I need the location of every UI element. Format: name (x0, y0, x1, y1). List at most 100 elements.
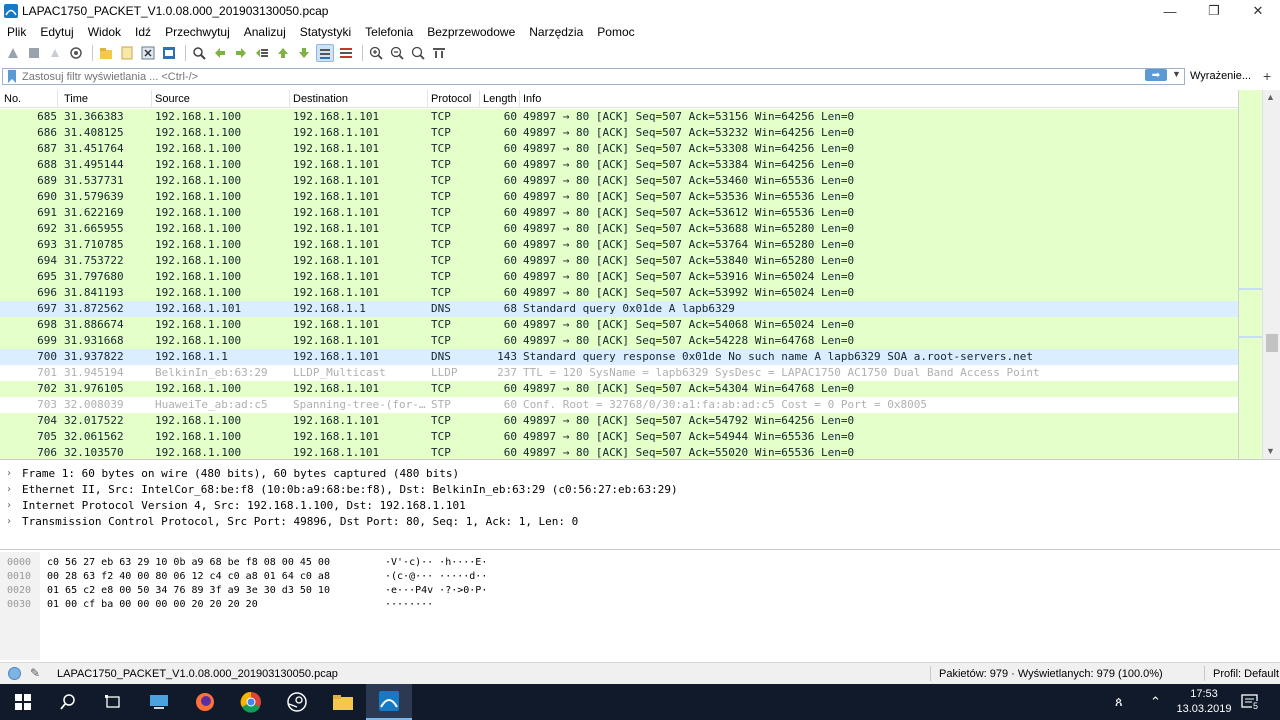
packet-row[interactable]: 695 31.797680 192.168.1.100 192.168.1.101 TC… (0, 269, 1238, 285)
maximize-button[interactable]: ❐ (1192, 0, 1236, 22)
menu-pomoc[interactable]: Pomoc (590, 22, 641, 42)
go-to-packet-icon[interactable] (253, 44, 271, 62)
packet-row[interactable]: 697 31.872562 192.168.1.101 192.168.1.1 DNS 6… (0, 301, 1238, 317)
packet-row[interactable]: 686 31.408125 192.168.1.100 192.168.1.101 TC… (0, 125, 1238, 141)
column-header-protocol[interactable]: Protocol (431, 93, 471, 105)
bookmark-icon[interactable] (6, 70, 18, 83)
find-icon[interactable] (190, 44, 208, 62)
expand-chevron-icon[interactable]: › (6, 514, 12, 530)
filter-history-dropdown-icon[interactable]: ▼ (1172, 69, 1182, 79)
display-filter-input[interactable] (22, 69, 1122, 84)
menu-plik[interactable]: Plik (0, 22, 33, 42)
stop-square-icon[interactable] (25, 44, 43, 62)
packet-row[interactable]: 706 32.103570 192.168.1.100 192.168.1.101 TC… (0, 445, 1238, 459)
detail-row-ethernet[interactable]: › Ethernet II, Src: IntelCor_68:be:f8 (1… (0, 482, 1280, 498)
packet-row[interactable]: 692 31.665955 192.168.1.100 192.168.1.101 TC… (0, 221, 1238, 237)
packet-row[interactable]: 704 32.017522 192.168.1.100 192.168.1.101 TC… (0, 413, 1238, 429)
steam-icon[interactable] (274, 684, 320, 720)
packet-row[interactable]: 705 32.061562 192.168.1.100 192.168.1.101 TC… (0, 429, 1238, 445)
reload-icon[interactable] (160, 44, 178, 62)
search-icon[interactable] (45, 684, 91, 720)
add-filter-button[interactable]: + (1263, 68, 1271, 84)
scrollbar-thumb[interactable] (1266, 334, 1278, 352)
shark-fin-start-icon[interactable] (4, 44, 22, 62)
detail-row-tcp[interactable]: › Transmission Control Protocol, Src Por… (0, 514, 1280, 530)
menu-edytuj[interactable]: Edytuj (33, 22, 80, 42)
column-header-no[interactable]: No. (4, 93, 21, 105)
autoscroll-icon[interactable] (316, 44, 334, 62)
chrome-icon[interactable] (228, 684, 274, 720)
menu-idz[interactable]: Idź (128, 22, 158, 42)
detail-row-ipv4[interactable]: › Internet Protocol Version 4, Src: 192.… (0, 498, 1280, 514)
packet-list-scrollbar[interactable]: ▲ ▼ (1262, 90, 1280, 459)
zoom-out-icon[interactable] (388, 44, 406, 62)
open-folder-icon[interactable] (97, 44, 115, 62)
column-header-source[interactable]: Source (155, 93, 190, 105)
back-arrow-icon[interactable] (211, 44, 229, 62)
close-file-icon[interactable] (139, 44, 157, 62)
folder-icon[interactable] (320, 684, 366, 720)
status-profile[interactable]: Profil: Default (1213, 668, 1279, 680)
firefox-icon[interactable] (182, 684, 228, 720)
normal-size-icon[interactable] (409, 44, 427, 62)
scroll-down-icon[interactable]: ▼ (1266, 446, 1275, 456)
minimize-button[interactable]: — (1148, 0, 1192, 22)
column-header-destination[interactable]: Destination (293, 93, 348, 105)
menu-przechwytuj[interactable]: Przechwytuj (158, 22, 237, 42)
packet-row[interactable]: 689 31.537731 192.168.1.100 192.168.1.101 TC… (0, 173, 1238, 189)
packet-row[interactable]: 701 31.945194 BelkinIn_eb:63:29 LLDP_Multic… (0, 365, 1238, 381)
menu-widok[interactable]: Widok (81, 22, 128, 42)
forward-arrow-icon[interactable] (232, 44, 250, 62)
last-packet-icon[interactable] (295, 44, 313, 62)
column-header-length[interactable]: Length (483, 93, 517, 105)
notification-center-icon[interactable]: 5 (1240, 692, 1260, 712)
resize-columns-icon[interactable] (430, 44, 448, 62)
file-explorer-pc-icon[interactable] (136, 684, 182, 720)
people-icon[interactable]: ጰ (1115, 694, 1123, 710)
packet-row[interactable]: 699 31.931668 192.168.1.100 192.168.1.101 TC… (0, 333, 1238, 349)
bytes-row[interactable]: 0010 00 28 63 f2 40 00 80 06 12 c4 c0 a8… (0, 570, 1280, 584)
apply-filter-arrow-icon[interactable]: ➡ (1145, 69, 1167, 81)
packet-row[interactable]: 685 31.366383 192.168.1.100 192.168.1.101 TC… (0, 109, 1238, 125)
close-button[interactable]: ✕ (1236, 0, 1280, 22)
windows-start-icon[interactable] (0, 684, 46, 720)
packet-row[interactable]: 698 31.886674 192.168.1.100 192.168.1.101 TC… (0, 317, 1238, 333)
packet-row[interactable]: 687 31.451764 192.168.1.100 192.168.1.101 TC… (0, 141, 1238, 157)
column-header-info[interactable]: Info (523, 93, 541, 105)
detail-row-frame[interactable]: › Frame 1: 60 bytes on wire (480 bits), … (0, 466, 1280, 482)
column-header-time[interactable]: Time (64, 93, 88, 105)
packet-row[interactable]: 702 31.976105 192.168.1.100 192.168.1.101 TC… (0, 381, 1238, 397)
packet-row[interactable]: 703 32.008039 HuaweiTe_ab:ad:c5 Spanning-tr… (0, 397, 1238, 413)
menu-analizuj[interactable]: Analizuj (237, 22, 293, 42)
expand-chevron-icon[interactable]: › (6, 498, 12, 514)
bytes-row[interactable]: 0030 01 00 cf ba 00 00 00 00 20 20 20 20… (0, 598, 1280, 612)
packet-row[interactable]: 688 31.495144 192.168.1.100 192.168.1.101 TC… (0, 157, 1238, 173)
menu-statystyki[interactable]: Statystyki (293, 22, 358, 42)
scroll-up-icon[interactable]: ▲ (1266, 92, 1275, 102)
packet-row[interactable]: 691 31.622169 192.168.1.100 192.168.1.101 TC… (0, 205, 1238, 221)
packet-row[interactable]: 696 31.841193 192.168.1.100 192.168.1.101 TC… (0, 285, 1238, 301)
first-packet-icon[interactable] (274, 44, 292, 62)
packet-row[interactable]: 690 31.579639 192.168.1.100 192.168.1.101 TC… (0, 189, 1238, 205)
bytes-row[interactable]: 0000 c0 56 27 eb 63 29 10 0b a9 68 be f8… (0, 556, 1280, 570)
bytes-row[interactable]: 0020 01 65 c2 e8 00 50 34 76 89 3f a9 3e… (0, 584, 1280, 598)
packet-row[interactable]: 694 31.753722 192.168.1.100 192.168.1.101 TC… (0, 253, 1238, 269)
packet-row[interactable]: 700 31.937822 192.168.1.1 192.168.1.101 DNS 1… (0, 349, 1238, 365)
file-icon[interactable] (118, 44, 136, 62)
expression-button[interactable]: Wyrażenie... (1190, 70, 1251, 82)
packet-row[interactable]: 693 31.710785 192.168.1.100 192.168.1.101 TC… (0, 237, 1238, 253)
wireshark-icon[interactable] (366, 684, 412, 720)
show-hidden-icons-chevron-icon[interactable]: ⌃ (1150, 694, 1161, 710)
colorize-icon[interactable] (337, 44, 355, 62)
expand-chevron-icon[interactable]: › (6, 466, 12, 482)
menu-narzedzia[interactable]: Narzędzia (522, 22, 590, 42)
menu-telefonia[interactable]: Telefonia (358, 22, 420, 42)
restart-icon[interactable] (46, 44, 64, 62)
expand-chevron-icon[interactable]: › (6, 482, 12, 498)
menu-bezprzewodowe[interactable]: Bezprzewodowe (420, 22, 522, 42)
packet-minimap[interactable] (1238, 90, 1263, 459)
zoom-in-icon[interactable] (367, 44, 385, 62)
task-view-icon[interactable] (90, 684, 136, 720)
expert-info-icon[interactable] (8, 667, 21, 680)
edit-comment-icon[interactable]: ✎ (30, 666, 40, 680)
